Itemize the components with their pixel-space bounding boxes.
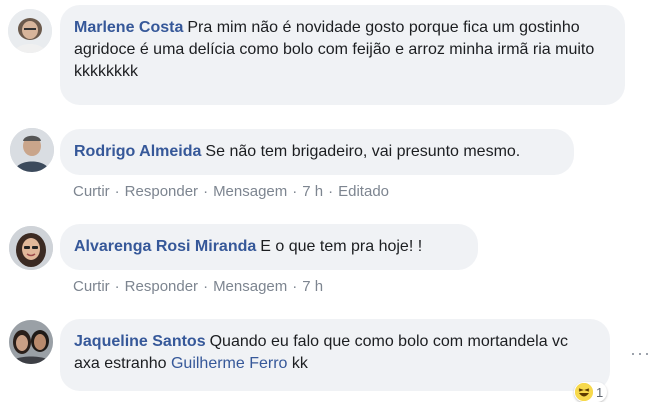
haha-reaction-icon: [575, 383, 593, 401]
timestamp[interactable]: 7 h: [302, 278, 323, 295]
comment-actions: Curtir · Responder · Mensagem · 7 h · Editado: [73, 183, 389, 200]
comment-author-name[interactable]: Jaqueline Santos: [74, 333, 206, 350]
comment-text: Se não tem brigadeiro, vai presunto mesm…: [205, 143, 521, 160]
like-link[interactable]: Curtir: [73, 183, 110, 200]
reaction-summary[interactable]: 1: [574, 382, 608, 402]
message-link[interactable]: Mensagem: [213, 278, 287, 295]
avatar[interactable]: [9, 226, 53, 270]
timestamp[interactable]: 7 h: [302, 183, 323, 200]
comment-text-suffix: kk: [291, 355, 308, 372]
comment-author-name[interactable]: Rodrigo Almeida: [74, 143, 201, 160]
like-link[interactable]: Curtir: [73, 278, 110, 295]
avatar[interactable]: [8, 9, 52, 53]
reply-link[interactable]: Responder: [125, 278, 198, 295]
comment-actions: Curtir · Responder · Mensagem · 7 h: [73, 278, 324, 295]
edited-label[interactable]: Editado: [338, 183, 389, 200]
mention-link[interactable]: Guilherme Ferro: [171, 355, 287, 372]
comment-author-name[interactable]: Marlene Costa: [74, 19, 183, 36]
more-options-icon[interactable]: ···: [630, 343, 651, 364]
avatar[interactable]: [9, 320, 53, 364]
avatar[interactable]: [10, 128, 54, 172]
comment-author-name[interactable]: Alvarenga Rosi Miranda: [74, 238, 256, 255]
comment-bubble: Marlene Costa Pra mim não é novidade gost…: [60, 5, 625, 105]
comment-bubble: Alvarenga Rosi Miranda E o que tem pra ho…: [60, 224, 478, 270]
comment-bubble: Rodrigo Almeida Se não tem brigadeiro, va…: [60, 129, 574, 175]
message-link[interactable]: Mensagem: [213, 183, 287, 200]
reply-link[interactable]: Responder: [125, 183, 198, 200]
reaction-count: 1: [596, 384, 604, 400]
comment-bubble: Jaqueline Santos Quando eu falo que como …: [60, 319, 610, 391]
comment-text: E o que tem pra hoje! !: [260, 238, 423, 255]
